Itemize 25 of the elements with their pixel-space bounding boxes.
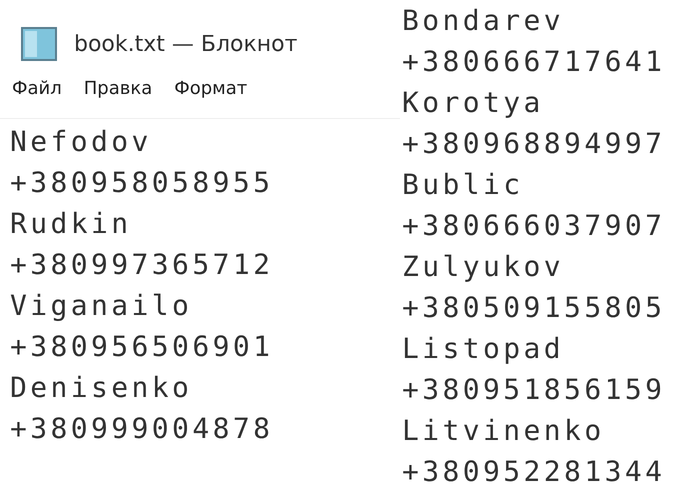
window-title: book.txt — Блокнот: [74, 32, 298, 56]
menu-item[interactable]: Файл: [12, 78, 62, 118]
text-line: +380997365712: [10, 247, 274, 283]
text-line: +380666717641: [402, 44, 666, 80]
text-line: +380956506901: [10, 329, 274, 365]
text-line: Litvinenko: [402, 413, 606, 449]
text-line: Rudkin: [10, 206, 133, 242]
text-line: +380951856159: [402, 372, 666, 408]
text-line: Korotya: [402, 85, 545, 121]
text-line: +380968894997: [402, 126, 666, 162]
text-line: Zulyukov: [402, 249, 566, 285]
text-line: +380999004878: [10, 411, 274, 447]
text-line: Viganailo: [10, 288, 194, 324]
text-line: Denisenko: [10, 370, 194, 406]
text-line: +380666037907: [402, 208, 666, 244]
text-line: Listopad: [402, 331, 566, 367]
text-line: Bondarev: [402, 3, 566, 39]
text-line: +380958058955: [10, 165, 274, 201]
text-line: Bublic: [402, 167, 525, 203]
menu-item[interactable]: Формат: [174, 78, 248, 118]
text-line: +380509155805: [402, 290, 666, 326]
text-line: Nefodov: [10, 124, 153, 160]
menu-item[interactable]: Правка: [84, 78, 152, 118]
notepad-icon: [20, 26, 60, 62]
text-line: +380952281344: [402, 454, 666, 490]
